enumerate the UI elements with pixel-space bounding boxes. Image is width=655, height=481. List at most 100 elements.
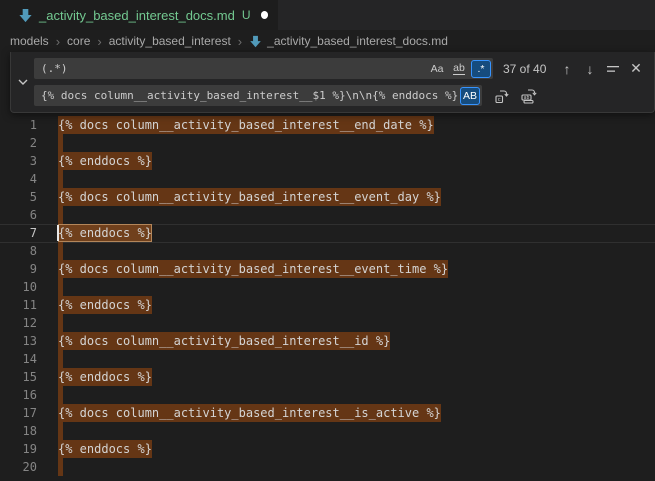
code-line[interactable]: 7 {% enddocs %} (0, 224, 655, 242)
code-line[interactable]: 12 (0, 314, 655, 332)
find-in-selection-button[interactable] (603, 59, 623, 79)
line-content[interactable] (58, 314, 63, 332)
code-line[interactable]: 19 {% enddocs %} (0, 440, 655, 458)
code-line[interactable]: 20 (0, 458, 655, 476)
empty-line-match-highlight (58, 242, 63, 260)
find-match-highlight: {% enddocs %} (58, 368, 152, 386)
code-line[interactable]: 6 (0, 206, 655, 224)
line-number[interactable]: 12 (0, 314, 37, 332)
line-content[interactable] (58, 458, 63, 476)
code-line[interactable]: 1 {% docs column__activity_based_interest… (0, 116, 655, 134)
line-number[interactable]: 19 (0, 440, 37, 458)
line-number[interactable]: 18 (0, 422, 37, 440)
code-line[interactable]: 5 {% docs column__activity_based_interest… (0, 188, 655, 206)
line-number[interactable]: 11 (0, 296, 37, 314)
line-number[interactable]: 14 (0, 350, 37, 368)
replace-all-icon: ab (521, 88, 537, 104)
line-content[interactable] (58, 278, 63, 296)
line-number[interactable]: 4 (0, 170, 37, 188)
breadcrumb: models › core › activity_based_interest … (0, 30, 655, 52)
code-line[interactable]: 10 (0, 278, 655, 296)
line-number[interactable]: 20 (0, 458, 37, 476)
replace-button[interactable]: c (492, 86, 512, 106)
code-line[interactable]: 17 {% docs column__activity_based_interes… (0, 404, 655, 422)
line-content[interactable]: {% docs column__activity_based_interest_… (58, 260, 448, 278)
line-number[interactable]: 17 (0, 404, 37, 422)
line-content[interactable]: {% enddocs %} (58, 296, 152, 314)
previous-match-button[interactable]: ↑ (557, 59, 577, 79)
line-number[interactable]: 1 (0, 116, 37, 134)
replace-all-button[interactable]: ab (519, 86, 539, 106)
line-content[interactable]: {% enddocs %} (58, 224, 152, 242)
line-content[interactable] (58, 134, 63, 152)
breadcrumb-item-models[interactable]: models (10, 34, 49, 48)
current-find-match: {% enddocs %} (58, 224, 152, 242)
replace-input[interactable]: {% docs column__activity_based_interest_… (34, 85, 482, 106)
line-content[interactable]: {% enddocs %} (58, 440, 152, 458)
line-number[interactable]: 15 (0, 368, 37, 386)
toggle-replace-button[interactable] (11, 52, 34, 112)
line-content[interactable] (58, 170, 63, 188)
tab-active-file[interactable]: _activity_based_interest_docs.md U (0, 0, 278, 30)
editor[interactable]: 1 {% docs column__activity_based_interest… (0, 52, 655, 470)
line-number[interactable]: 5 (0, 188, 37, 206)
whole-word-button[interactable]: ab (449, 60, 469, 78)
find-replace-widget: (.*) Aa ab .* 37 of 40 ↑ ↓ ✕ (10, 52, 655, 113)
line-content[interactable] (58, 206, 63, 224)
next-match-button[interactable]: ↓ (580, 59, 600, 79)
breadcrumb-item-file[interactable]: _activity_based_interest_docs.md (267, 34, 448, 48)
line-content[interactable]: {% docs column__activity_based_interest_… (58, 404, 441, 422)
match-case-button[interactable]: Aa (427, 60, 447, 78)
line-number[interactable]: 10 (0, 278, 37, 296)
close-find-button[interactable]: ✕ (626, 59, 646, 79)
line-number[interactable]: 6 (0, 206, 37, 224)
line-number[interactable]: 9 (0, 260, 37, 278)
line-content[interactable] (58, 422, 63, 440)
breadcrumb-item-activity-based-interest[interactable]: activity_based_interest (109, 34, 231, 48)
code-line[interactable]: 2 (0, 134, 655, 152)
code-line[interactable]: 16 (0, 386, 655, 404)
line-content[interactable]: {% enddocs %} (58, 368, 152, 386)
line-number[interactable]: 7 (0, 224, 37, 242)
find-match-highlight: {% enddocs %} (58, 440, 152, 458)
text-cursor (57, 225, 59, 241)
code-line[interactable]: 14 (0, 350, 655, 368)
line-number[interactable]: 2 (0, 134, 37, 152)
breadcrumb-separator: › (56, 34, 60, 49)
line-number[interactable]: 13 (0, 332, 37, 350)
line-content[interactable]: {% docs column__activity_based_interest_… (58, 332, 390, 350)
empty-line-match-highlight (58, 458, 63, 476)
line-number[interactable]: 3 (0, 152, 37, 170)
chevron-down-icon (17, 76, 29, 88)
find-match-highlight: {% enddocs %} (58, 152, 152, 170)
empty-line-match-highlight (58, 278, 63, 296)
code-line[interactable]: 4 (0, 170, 655, 188)
code-line[interactable]: 3 {% enddocs %} (0, 152, 655, 170)
code-lines: 1 {% docs column__activity_based_interest… (0, 116, 655, 476)
regex-button[interactable]: .* (471, 60, 491, 78)
line-content[interactable]: {% docs column__activity_based_interest_… (58, 188, 441, 206)
code-line[interactable]: 9 {% docs column__activity_based_interest… (0, 260, 655, 278)
line-content[interactable]: {% docs column__activity_based_interest_… (58, 116, 434, 134)
breadcrumb-separator: › (97, 34, 101, 49)
markdown-icon (249, 35, 262, 48)
line-number[interactable]: 8 (0, 242, 37, 260)
code-line[interactable]: 8 (0, 242, 655, 260)
find-match-highlight: {% docs column__activity_based_interest_… (58, 116, 434, 134)
line-content[interactable] (58, 242, 63, 260)
code-line[interactable]: 18 (0, 422, 655, 440)
search-input[interactable]: (.*) Aa ab .* (34, 58, 493, 79)
empty-line-match-highlight (58, 422, 63, 440)
results-count: 37 of 40 (503, 62, 546, 76)
line-number[interactable]: 16 (0, 386, 37, 404)
code-line[interactable]: 15 {% enddocs %} (0, 368, 655, 386)
unsaved-changes-dot[interactable] (261, 11, 268, 19)
code-line[interactable]: 13 {% docs column__activity_based_interes… (0, 332, 655, 350)
line-content[interactable] (58, 386, 63, 404)
line-content[interactable]: {% enddocs %} (58, 152, 152, 170)
line-content[interactable] (58, 350, 63, 368)
breadcrumb-item-core[interactable]: core (67, 34, 90, 48)
preserve-case-button[interactable]: AB (460, 87, 480, 105)
code-line[interactable]: 11 {% enddocs %} (0, 296, 655, 314)
svg-text:ab: ab (524, 95, 530, 101)
